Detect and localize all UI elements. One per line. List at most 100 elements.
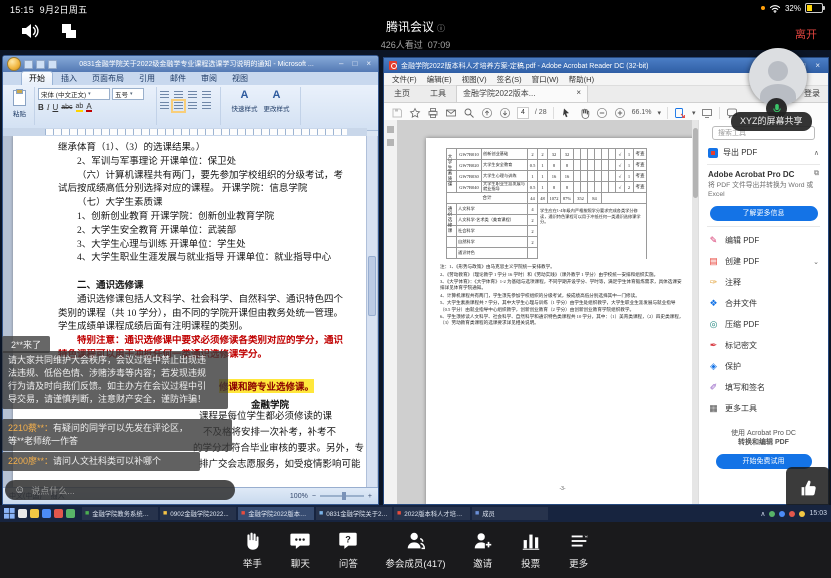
save-icon[interactable]	[391, 107, 403, 119]
taskbar-pinned-icon[interactable]	[30, 509, 39, 518]
sidebar-tool[interactable]: ❖ 合并文件	[699, 293, 828, 314]
sidebar-tool[interactable]: ◈ 保护	[699, 356, 828, 377]
bold-button[interactable]: B	[38, 103, 44, 112]
bookmarks-panel-icon[interactable]	[387, 126, 394, 133]
sidebar-tool[interactable]: ✑ 注释	[699, 272, 828, 293]
raise-hand-button[interactable]: 举手	[241, 530, 263, 570]
email-icon[interactable]	[445, 107, 457, 119]
more-button[interactable]: 更多	[568, 530, 590, 570]
start-button-icon[interactable]	[4, 508, 15, 519]
underline-button[interactable]: U	[52, 103, 58, 112]
word-ribbon-tab[interactable]: 插入	[54, 72, 84, 85]
display-settings-icon[interactable]	[701, 107, 713, 119]
zoom-out-icon[interactable]	[596, 107, 608, 119]
thumbnails-panel-icon[interactable]	[387, 139, 394, 146]
word-minimize-button[interactable]: –	[336, 60, 346, 68]
strikethrough-button[interactable]: abc	[61, 104, 72, 111]
pdf-page[interactable]: GW7B010 创新创业基础 223232 √1考查 GW7B020	[426, 138, 699, 504]
save-icon[interactable]	[24, 60, 33, 69]
office-button-icon[interactable]	[7, 57, 21, 71]
taskbar-pinned-icon[interactable]	[42, 509, 51, 518]
taskbar-pinned-icon[interactable]	[18, 509, 27, 518]
zoom-in-icon[interactable]	[614, 107, 626, 119]
redo-icon[interactable]	[48, 60, 57, 69]
chat-input[interactable]: ☺ 说点什么...	[5, 480, 235, 500]
poll-button[interactable]: 投票	[520, 530, 542, 570]
taskbar-window-button[interactable]: 2022版本科人才培养...	[394, 507, 470, 520]
align-right-icon[interactable]	[188, 102, 197, 110]
tab-tools[interactable]: 工具	[420, 86, 456, 102]
tray-icon[interactable]	[799, 511, 805, 517]
taskbar-window-button[interactable]: 金融学院教务系统培养方...	[82, 507, 158, 520]
taskbar-pinned-icon[interactable]	[66, 509, 75, 518]
acrobat-menu-item[interactable]: 视图(V)	[462, 74, 487, 85]
word-zoom-level[interactable]: 100%	[290, 493, 308, 500]
font-size-select[interactable]: 五号▾	[112, 88, 144, 100]
clipboard-group[interactable]: 粘贴	[5, 87, 35, 125]
export-pdf-tool[interactable]: 导出 PDF ∧	[699, 144, 828, 161]
collapse-icon[interactable]: ∧	[814, 149, 819, 157]
sidebar-tool[interactable]: ✒ 标记密文	[699, 335, 828, 356]
qa-button[interactable]: ? 问答	[337, 530, 359, 570]
participants-button[interactable]: 参会成员(417)	[385, 530, 445, 570]
change-styles-button[interactable]: A 更改样式	[264, 88, 290, 124]
acrobat-menu-item[interactable]: 文件(F)	[392, 74, 417, 85]
justify-icon[interactable]	[202, 102, 211, 110]
word-ribbon-tab[interactable]: 邮件	[163, 72, 193, 85]
sidebar-tool[interactable]: ▦ 更多工具	[699, 398, 828, 419]
chat-button[interactable]: 聊天	[289, 530, 311, 570]
word-ribbon-tab[interactable]: 审阅	[194, 72, 224, 85]
number-list-icon[interactable]	[174, 91, 183, 99]
leave-meeting-button[interactable]: 离开	[795, 26, 817, 42]
previous-page-icon[interactable]	[481, 107, 493, 119]
invite-button[interactable]: 邀请	[472, 530, 494, 570]
bullet-list-icon[interactable]	[160, 91, 169, 99]
acrobat-close-button[interactable]: ×	[812, 61, 823, 70]
word-ribbon-tab[interactable]: 引用	[132, 72, 162, 85]
learn-more-button[interactable]: 了解更多信息	[710, 206, 818, 221]
next-page-icon[interactable]	[499, 107, 511, 119]
zoom-out-button[interactable]: −	[312, 493, 316, 500]
acrobat-menu-item[interactable]: 窗口(W)	[532, 74, 559, 85]
select-tool-icon[interactable]	[560, 107, 572, 119]
highlight-color-button[interactable]: ab	[76, 103, 84, 112]
align-left-icon[interactable]	[160, 102, 169, 110]
italic-button[interactable]: I	[47, 103, 50, 112]
emoji-icon[interactable]: ☺	[14, 485, 25, 496]
sidebar-tool[interactable]: ◎ 压缩 PDF	[699, 314, 828, 335]
acrobat-navigation-rail[interactable]	[384, 120, 398, 504]
undo-icon[interactable]	[36, 60, 45, 69]
indent-icon[interactable]	[188, 91, 197, 99]
tray-icon[interactable]	[789, 511, 795, 517]
zoom-dropdown-icon[interactable]: ▾	[657, 109, 661, 117]
word-ribbon-tab[interactable]: 视图	[225, 72, 255, 85]
word-ribbon-tab[interactable]: 页面布局	[85, 72, 131, 85]
font-color-button[interactable]: A	[86, 103, 91, 112]
word-title-bar[interactable]: 0831金融学院关于2022级金融学专业课程选课学习说明的通知 - Micros…	[3, 56, 378, 72]
tab-home[interactable]: 主页	[384, 86, 420, 102]
thumbs-up-reaction[interactable]	[786, 467, 830, 509]
word-maximize-button[interactable]: □	[349, 60, 360, 68]
star-icon[interactable]	[409, 107, 421, 119]
print-icon[interactable]	[427, 107, 439, 119]
quick-styles-button[interactable]: A 快速样式	[232, 88, 258, 124]
zoom-slider[interactable]	[320, 495, 364, 497]
sidebar-tool[interactable]: ▤ 创建 PDF ⌄	[699, 251, 828, 272]
hand-tool-icon[interactable]	[578, 107, 590, 119]
acrobat-menu-item[interactable]: 帮助(H)	[569, 74, 594, 85]
sort-icon[interactable]	[202, 91, 211, 99]
acrobat-menu-item[interactable]: 签名(S)	[497, 74, 522, 85]
zoom-level[interactable]: 66.1%	[632, 109, 652, 116]
tab-close-icon[interactable]: ×	[576, 88, 581, 99]
tab-document[interactable]: 金融学院2022版本... ×	[456, 85, 588, 102]
info-icon[interactable]: ⓘ	[437, 24, 445, 33]
export-dropdown-icon[interactable]: ▾	[692, 109, 696, 117]
pdf-canvas[interactable]: GW7B010 创新创业基础 223232 √1考查 GW7B020	[397, 120, 699, 504]
word-close-button[interactable]: ×	[363, 60, 374, 68]
acrobat-menu-item[interactable]: 编辑(E)	[427, 74, 452, 85]
page-number-input[interactable]: 4	[517, 107, 529, 119]
paste-icon[interactable]	[13, 90, 26, 106]
font-name-select[interactable]: 宋体 (中文正文)▾	[38, 88, 110, 100]
taskbar-window-button[interactable]: 0902金融学院2022...	[160, 507, 236, 520]
word-vertical-scrollbar[interactable]	[366, 136, 377, 488]
